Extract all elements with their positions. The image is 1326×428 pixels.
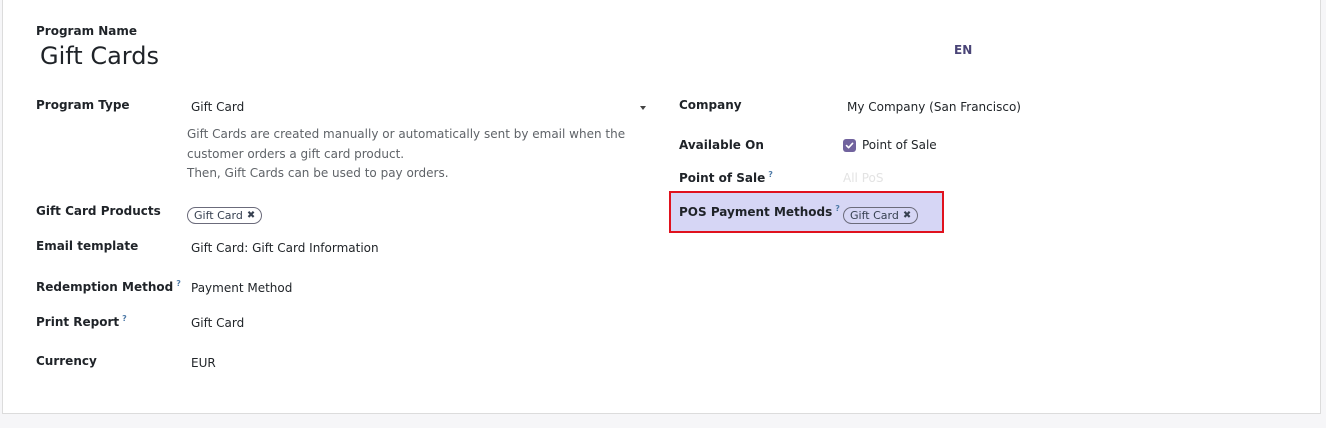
program-type-value: Gift Card bbox=[191, 100, 245, 114]
help-icon[interactable]: ? bbox=[835, 204, 840, 213]
checkbox-checked[interactable] bbox=[843, 138, 856, 152]
gift-card-products-label: Gift Card Products bbox=[36, 204, 161, 218]
pos-payment-methods-highlight: POS Payment Methods? Gift Card ✖ bbox=[669, 191, 944, 233]
currency-label: Currency bbox=[36, 354, 97, 368]
gift-card-product-tag[interactable]: Gift Card ✖ bbox=[187, 207, 263, 224]
point-of-sale-input[interactable]: All PoS bbox=[843, 171, 883, 185]
help-icon[interactable]: ? bbox=[176, 279, 181, 288]
program-type-help: Gift Cards are created manually or autom… bbox=[187, 127, 626, 180]
program-name-input[interactable]: Gift Cards bbox=[40, 42, 159, 70]
email-template-value[interactable]: Gift Card: Gift Card Information bbox=[191, 241, 379, 255]
program-type-select[interactable]: Gift Card bbox=[189, 99, 649, 117]
redemption-method-label: Redemption Method? bbox=[36, 279, 181, 294]
language-badge[interactable]: EN bbox=[954, 43, 972, 57]
available-on-option-label: Point of Sale bbox=[862, 138, 937, 152]
help-icon[interactable]: ? bbox=[768, 170, 773, 179]
available-on-pos-option[interactable]: Point of Sale bbox=[843, 138, 937, 152]
email-template-label: Email template bbox=[36, 239, 139, 253]
pos-payment-method-tag[interactable]: Gift Card ✖ bbox=[843, 207, 919, 224]
company-label: Company bbox=[679, 98, 742, 112]
pos-payment-methods-field[interactable]: Gift Card ✖ bbox=[843, 204, 919, 224]
print-report-label: Print Report? bbox=[36, 314, 127, 329]
chevron-down-icon bbox=[640, 106, 646, 110]
gift-card-products-field[interactable]: Gift Card ✖ bbox=[187, 204, 263, 224]
company-value[interactable]: My Company (San Francisco) bbox=[847, 100, 1021, 114]
pos-payment-methods-label: POS Payment Methods? bbox=[679, 204, 840, 219]
close-icon[interactable]: ✖ bbox=[247, 210, 255, 221]
help-icon[interactable]: ? bbox=[122, 314, 127, 323]
program-name-label: Program Name bbox=[36, 24, 138, 38]
available-on-label: Available On bbox=[679, 138, 764, 152]
program-type-label: Program Type bbox=[36, 98, 130, 112]
print-report-value[interactable]: Gift Card bbox=[191, 316, 244, 330]
currency-value[interactable]: EUR bbox=[191, 356, 216, 370]
form-sheet: Program Name Gift Cards EN Program Type … bbox=[2, 0, 1321, 414]
point-of-sale-label: Point of Sale? bbox=[679, 170, 773, 185]
close-icon[interactable]: ✖ bbox=[903, 210, 911, 221]
redemption-method-value[interactable]: Payment Method bbox=[191, 281, 292, 295]
